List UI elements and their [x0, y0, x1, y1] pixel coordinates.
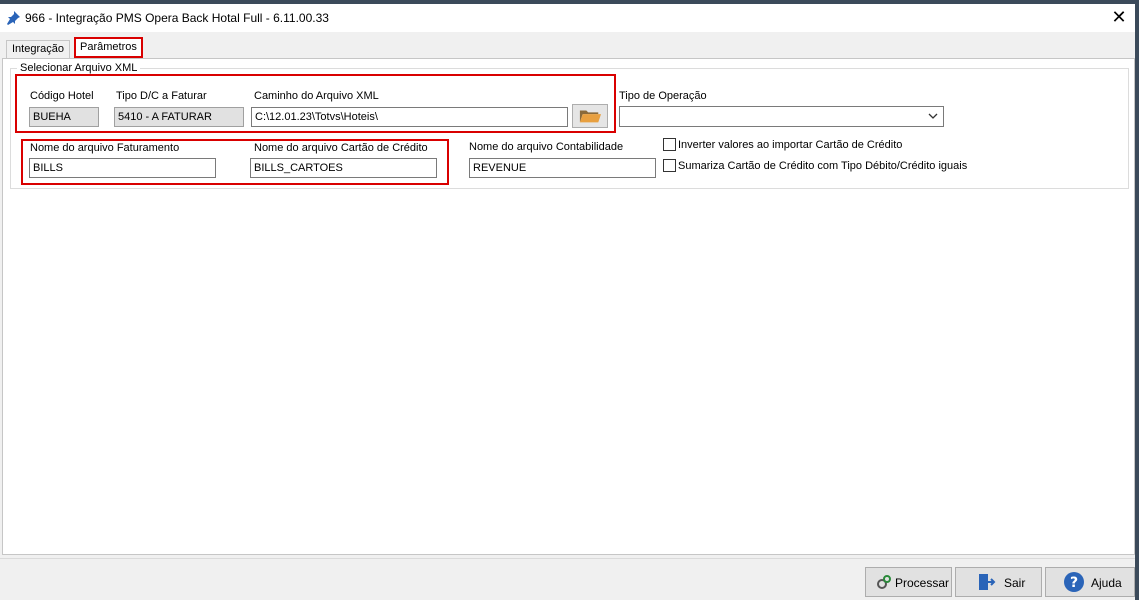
processar-button-label: Processar — [895, 576, 950, 590]
arquivo-contabilidade-input[interactable]: REVENUE — [469, 158, 656, 178]
parametros-panel: Selecionar Arquivo XML Código Hotel Tipo… — [2, 58, 1135, 555]
chevron-down-icon — [928, 113, 938, 119]
close-button[interactable]: ✕ — [1099, 4, 1139, 32]
ajuda-button[interactable]: ? Ajuda — [1045, 567, 1135, 597]
ajuda-button-label: Ajuda — [1091, 576, 1122, 590]
tipo-dc-field: 5410 - A FATURAR — [114, 107, 244, 127]
window-right-edge — [1135, 0, 1139, 600]
svg-text:?: ? — [1070, 575, 1078, 591]
tipo-dc-label: Tipo D/C a Faturar — [116, 90, 207, 102]
sair-button-label: Sair — [1004, 576, 1026, 590]
tipo-operacao-select[interactable] — [619, 106, 944, 127]
gears-icon — [877, 575, 891, 589]
exit-door-icon — [979, 574, 996, 590]
processar-button[interactable]: Processar — [865, 567, 952, 597]
tab-parametros[interactable]: Parâmetros — [74, 37, 143, 58]
xml-file-groupbox: Selecionar Arquivo XML Código Hotel Tipo… — [10, 62, 1129, 189]
close-icon: ✕ — [1111, 7, 1127, 27]
arquivo-cartao-label: Nome do arquivo Cartão de Crédito — [254, 142, 428, 154]
window-client-area: Integração Parâmetros Selecionar Arquivo… — [0, 32, 1139, 600]
arquivo-contabilidade-label: Nome do arquivo Contabilidade — [469, 141, 624, 153]
tab-integracao-label: Integração — [12, 43, 64, 55]
inverter-checkbox[interactable] — [663, 138, 676, 151]
sair-button[interactable]: Sair — [955, 567, 1042, 597]
sumariza-checkbox-label[interactable]: Sumariza Cartão de Crédito com Tipo Débi… — [678, 160, 967, 173]
inverter-checkbox-label[interactable]: Inverter valores ao importar Cartão de C… — [678, 139, 902, 152]
arquivo-faturamento-input[interactable]: BILLS — [29, 158, 216, 178]
arquivo-faturamento-label: Nome do arquivo Faturamento — [30, 142, 180, 154]
folder-open-icon — [579, 110, 601, 123]
pin-icon — [7, 11, 20, 25]
codigo-hotel-label: Código Hotel — [30, 90, 94, 102]
window-title-bar: 966 - Integração PMS Opera Back Hotal Fu… — [0, 0, 1139, 32]
caminho-xml-input[interactable]: C:\12.01.23\Totvs\Hoteis\ — [251, 107, 568, 127]
window-title: 966 - Integração PMS Opera Back Hotal Fu… — [25, 11, 329, 25]
tipo-operacao-label: Tipo de Operação — [619, 90, 707, 102]
tab-parametros-label: Parâmetros — [80, 41, 137, 53]
caminho-xml-label: Caminho do Arquivo XML — [254, 90, 379, 102]
sumariza-checkbox[interactable] — [663, 159, 676, 172]
help-icon: ? — [1064, 572, 1084, 592]
arquivo-cartao-input[interactable]: BILLS_CARTOES — [250, 158, 437, 178]
tab-integracao[interactable]: Integração — [6, 40, 70, 58]
bottom-button-bar: Processar Sair ? Ajuda — [0, 558, 1139, 600]
codigo-hotel-field: BUEHA — [29, 107, 99, 127]
browse-folder-button[interactable] — [572, 104, 608, 128]
